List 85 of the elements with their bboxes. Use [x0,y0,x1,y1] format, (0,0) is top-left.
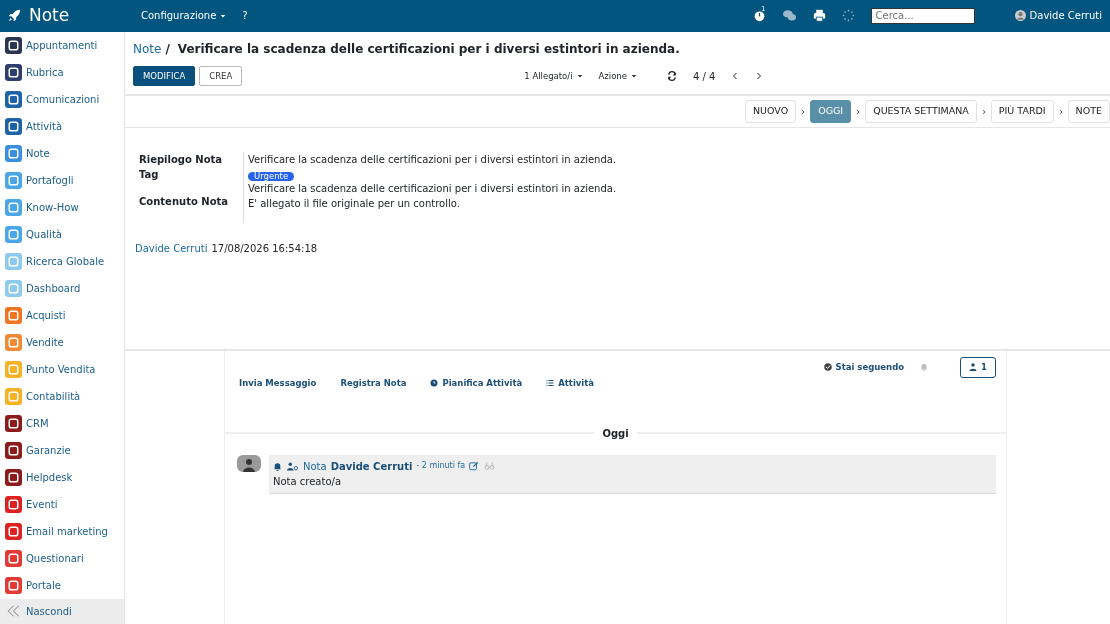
sidebar-item[interactable]: Attività [0,112,124,140]
chatter-action[interactable]: Attività [546,376,595,390]
collapse-button[interactable]: Nascondi [0,598,124,624]
sidebar-item[interactable]: CRM [0,409,124,437]
avatar-icon [237,454,261,472]
stage-button[interactable]: NUOVO [745,100,797,123]
create-button[interactable]: CREA [199,65,243,87]
message-time: - 2 minuti fa [416,460,466,473]
date-text: 17/08/2026 16:54:18 [211,241,318,256]
author-link[interactable]: Davide Cerruti [135,240,208,256]
followers-button[interactable]: 1 [960,356,996,378]
sidebar-item[interactable]: Note [0,139,124,167]
sidebar-item[interactable]: Questionari [0,544,124,572]
sidebar-item[interactable]: Rubrica [0,58,124,86]
chatter-action[interactable]: Invia Messaggio [239,376,317,390]
chevron-icon [855,107,862,116]
spinner-icon [841,9,855,23]
avatar-icon [1014,10,1026,22]
sidebar-item[interactable]: Know-How [0,193,124,221]
user-name[interactable]: Davide Cerruti [1029,8,1102,24]
sidebar-item[interactable]: Email marketing [0,517,124,545]
field-label: Tag [139,167,160,182]
sidebar-item[interactable]: Contabilità [0,382,124,410]
sidebar-item[interactable]: Acquisti [0,301,124,329]
chat-icon[interactable] [781,9,797,23]
content-text: E' allegato il file originale per un controllo. [248,196,461,211]
person-icon [969,363,978,372]
app-title: Note [29,4,70,28]
breadcrumb-separator: / [165,40,170,58]
sidebar-item[interactable]: Punto Vendita [0,355,124,383]
activity-icon[interactable] [753,9,767,23]
check-circle-icon [823,363,832,372]
field-label: Contenuto Nota [139,194,230,209]
double-chevron-icon [5,604,22,619]
stage-button[interactable]: QUESTA SETTIMANA [865,100,977,123]
message-body: Nota creato/a [273,474,343,489]
sidebar-item[interactable]: Qualità [0,220,124,248]
sidebar-item[interactable]: Comunicazioni [0,85,124,113]
date-divider: Oggi [602,426,629,441]
field-label: Riepilogo Nota [139,152,224,167]
refresh-icon[interactable] [667,71,677,82]
search-field[interactable]: Cerca... [870,7,975,24]
stage-button[interactable]: PIÙ TARDI [990,100,1054,123]
sidebar-item[interactable]: Portafogli [0,166,124,194]
sidebar-item[interactable]: Helpdesk [0,463,124,491]
caret-icon [631,73,637,80]
stage-button[interactable]: OGGI [810,100,852,123]
next-icon[interactable] [755,71,764,82]
tag-pill: Urgente [248,171,295,181]
page-title: Verificare la scadenza delle certificazioni per i diversi estintori in azienda. [177,40,680,58]
caret-icon [220,12,227,19]
breadcrumb-link[interactable]: Note [133,39,162,58]
message-author[interactable]: Davide Cerruti [330,458,413,474]
chatter-action[interactable]: Pianifica Attività [430,376,523,390]
caret-icon [576,73,583,80]
edit-icon[interactable] [469,461,480,472]
chevron-icon [980,107,987,116]
chatter-action[interactable]: Registra Nota [340,376,407,390]
stage-button[interactable]: NOTE [1067,100,1110,123]
sidebar-item[interactable]: Dashboard [0,274,124,302]
clock-icon [430,379,439,388]
action-dropdown[interactable]: Azione [598,69,637,83]
menu-item[interactable]: ? [242,8,248,24]
sidebar-item[interactable]: Ricerca Globale [0,247,124,275]
bell-icon [273,461,282,471]
sidebar-item[interactable]: Portale [0,571,124,599]
attachments-dropdown[interactable]: 1 Allegato/i [524,69,583,83]
chevron-icon [1057,107,1064,116]
sidebar-item[interactable]: Garanzie [0,436,124,464]
sidebar-item[interactable]: Eventi [0,490,124,518]
sidebar-item[interactable]: Appuntamenti [0,31,124,59]
menu-item[interactable]: Configurazione [141,8,227,24]
field-value: Verificare la scadenza delle certificazioni per i diversi estintori in azienda. [248,152,617,167]
pager-text: 4 / 4 [693,69,716,84]
following-toggle[interactable]: Stai seguendo [823,360,905,374]
edit-button[interactable]: MODIFICA [133,65,196,87]
message-type: Nota [303,459,327,474]
list-icon [546,379,555,388]
previous-icon[interactable] [731,71,740,82]
content-text: Verificare la scadenza delle certificazioni per i diversi estintori in azienda. [248,181,617,196]
sidebar-item[interactable]: Vendite [0,328,124,356]
print-icon[interactable] [812,9,826,23]
chevron-icon [800,107,807,116]
people-icon [286,461,299,471]
rocket-icon [8,9,21,23]
